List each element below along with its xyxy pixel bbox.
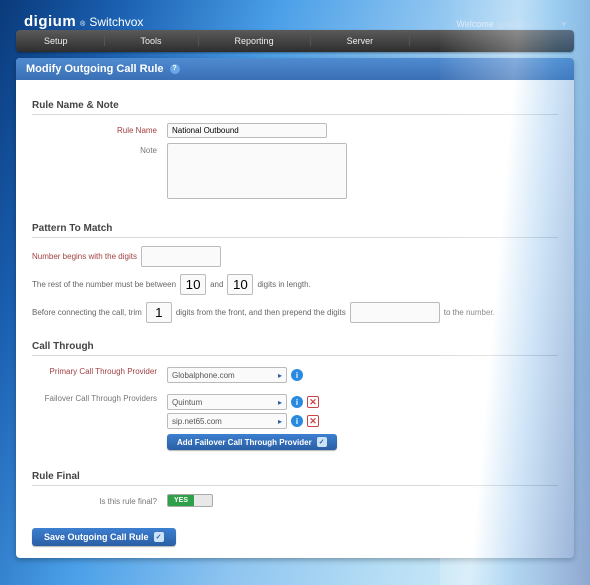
begins-label: Number begins with the digits	[32, 252, 137, 261]
add-failover-button[interactable]: Add Failover Call Through Provider✓	[167, 434, 337, 450]
prepend-digits-input[interactable]	[350, 302, 440, 323]
check-icon: ✓	[154, 532, 164, 542]
brand-product: Switchvox	[89, 15, 143, 29]
failover-provider-select-1[interactable]: Quintum▸	[167, 394, 287, 410]
check-icon: ✓	[317, 437, 327, 447]
nav-server[interactable]: Server	[311, 36, 411, 46]
help-icon[interactable]: ?	[170, 64, 180, 74]
rule-name-label: Rule Name	[32, 123, 167, 135]
failover-provider-label: Failover Call Through Providers	[32, 391, 167, 403]
brand-name: digium	[24, 13, 76, 30]
chevron-right-icon: ▸	[278, 417, 282, 426]
page-header: Modify Outgoing Call Rule ?	[16, 58, 574, 80]
page-title: Modify Outgoing Call Rule	[26, 63, 164, 75]
section-pattern: Pattern To Match	[32, 223, 558, 238]
user-menu-caret[interactable]: ▾	[561, 19, 566, 29]
info-icon[interactable]: i	[291, 396, 303, 408]
primary-provider-label: Primary Call Through Provider	[32, 364, 167, 376]
chevron-right-icon: ▸	[278, 371, 282, 380]
info-icon[interactable]: i	[291, 415, 303, 427]
note-textarea[interactable]	[167, 143, 347, 199]
note-label: Note	[32, 143, 167, 155]
rule-final-label: Is this rule final?	[32, 494, 167, 506]
begins-input[interactable]	[141, 246, 221, 267]
section-rule-final: Rule Final	[32, 471, 558, 486]
section-call-through: Call Through	[32, 341, 558, 356]
min-digits-input[interactable]	[180, 274, 206, 295]
nav-setup[interactable]: Setup	[16, 36, 105, 46]
rule-final-toggle[interactable]: YES	[167, 494, 213, 507]
welcome-text: Welcome ignat@nexus.rs ▾	[456, 19, 566, 30]
rule-name-input[interactable]	[167, 123, 327, 138]
brand-logo: digium® Switchvox	[24, 13, 143, 30]
trim-digits-input[interactable]	[146, 302, 172, 323]
delete-icon[interactable]: ✕	[307, 415, 319, 427]
failover-provider-select-2[interactable]: sip.net65.com▸	[167, 413, 287, 429]
chevron-right-icon: ▸	[278, 398, 282, 407]
save-button[interactable]: Save Outgoing Call Rule✓	[32, 528, 176, 546]
main-nav: Setup Tools Reporting Server	[16, 30, 574, 52]
delete-icon[interactable]: ✕	[307, 396, 319, 408]
user-link[interactable]: ignat@nexus.rs	[496, 19, 559, 29]
section-name-note: Rule Name & Note	[32, 100, 558, 115]
max-digits-input[interactable]	[227, 274, 253, 295]
info-icon[interactable]: i	[291, 369, 303, 381]
nav-tools[interactable]: Tools	[105, 36, 199, 46]
nav-reporting[interactable]: Reporting	[199, 36, 311, 46]
primary-provider-select[interactable]: Globalphone.com▸	[167, 367, 287, 383]
